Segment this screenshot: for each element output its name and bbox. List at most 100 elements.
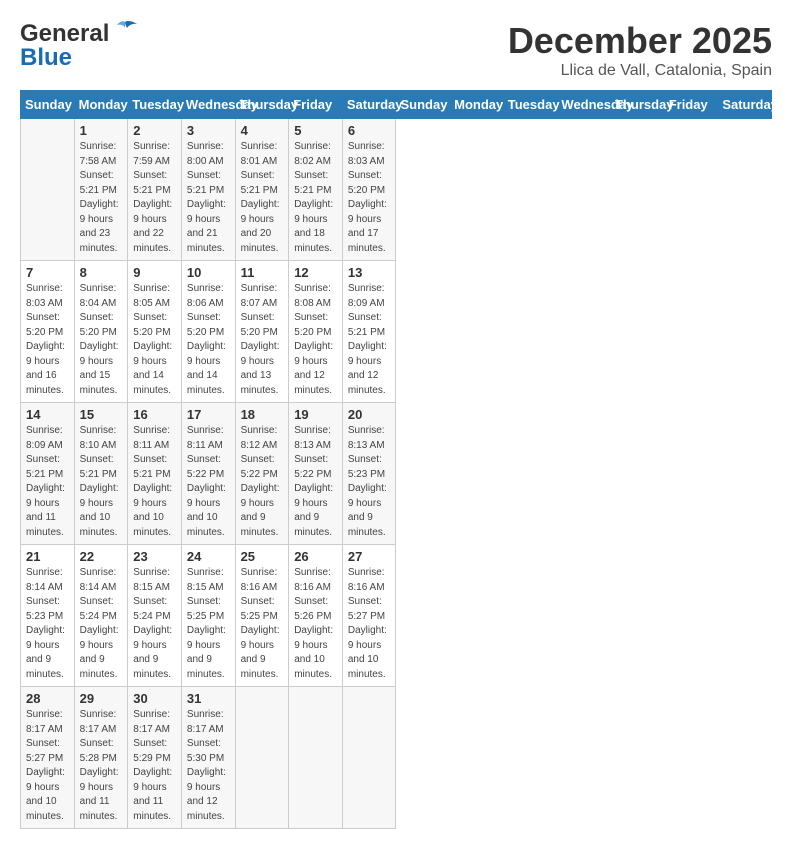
day-info: Sunrise: 8:01 AM Sunset: 5:21 PM Dayligh…	[241, 140, 284, 256]
calendar-cell: 2Sunrise: 7:59 AM Sunset: 5:21 PM Daylig…	[128, 119, 182, 261]
col-header-sunday: Sunday	[21, 91, 75, 119]
day-info: Sunrise: 8:03 AM Sunset: 5:20 PM Dayligh…	[348, 140, 391, 256]
col-header-wednesday: Wednesday	[181, 91, 235, 119]
week-row-3: 14 Sunrise: 8:09 AM Sunset: 5:21 PM Dayli…	[21, 403, 772, 545]
day-info: Sunrise: 8:15 AM Sunset: 5:25 PM Dayligh…	[187, 566, 230, 682]
calendar-cell: 9 Sunrise: 8:05 AM Sunset: 5:20 PM Daylig…	[128, 261, 182, 403]
col-header-sunday: Sunday	[396, 91, 450, 119]
day-number: 6	[348, 123, 391, 138]
calendar-cell: 17 Sunrise: 8:11 AM Sunset: 5:22 PM Dayli…	[181, 403, 235, 545]
day-number: 5	[294, 123, 337, 138]
col-header-thursday: Thursday	[235, 91, 289, 119]
day-info: Sunrise: 8:17 AM Sunset: 5:29 PM Dayligh…	[133, 708, 176, 824]
day-number: 7	[26, 265, 69, 280]
day-info: Sunrise: 8:05 AM Sunset: 5:20 PM Dayligh…	[133, 282, 176, 398]
calendar-cell: 28 Sunrise: 8:17 AM Sunset: 5:27 PM Dayli…	[21, 687, 75, 829]
day-number: 9	[133, 265, 176, 280]
day-info: Sunrise: 8:02 AM Sunset: 5:21 PM Dayligh…	[294, 140, 337, 256]
logo-blue: Blue	[20, 44, 72, 72]
calendar-cell: 11 Sunrise: 8:07 AM Sunset: 5:20 PM Dayli…	[235, 261, 289, 403]
week-row-2: 7 Sunrise: 8:03 AM Sunset: 5:20 PM Daylig…	[21, 261, 772, 403]
calendar-cell: 23Sunrise: 8:15 AM Sunset: 5:24 PM Dayli…	[128, 545, 182, 687]
day-number: 19	[294, 407, 337, 422]
day-info: Sunrise: 8:11 AM Sunset: 5:21 PM Dayligh…	[133, 424, 176, 540]
day-number: 10	[187, 265, 230, 280]
title-block: December 2025 Llica de Vall, Catalonia, …	[508, 20, 772, 80]
calendar-cell: 29 Sunrise: 8:17 AM Sunset: 5:28 PM Dayli…	[74, 687, 128, 829]
day-number: 30	[133, 691, 176, 706]
calendar-cell: 3 Sunrise: 8:00 AM Sunset: 5:21 PM Daylig…	[181, 119, 235, 261]
day-number: 17	[187, 407, 230, 422]
calendar-table: SundayMondayTuesdayWednesdayThursdayFrid…	[20, 90, 772, 829]
day-number: 3	[187, 123, 230, 138]
day-info: Sunrise: 8:08 AM Sunset: 5:20 PM Dayligh…	[294, 282, 337, 398]
day-number: 11	[241, 265, 284, 280]
col-header-saturday: Saturday	[718, 91, 772, 119]
calendar-cell: 18Sunrise: 8:12 AM Sunset: 5:22 PM Dayli…	[235, 403, 289, 545]
day-number: 20	[348, 407, 391, 422]
day-number: 31	[187, 691, 230, 706]
day-number: 15	[80, 407, 123, 422]
col-header-friday: Friday	[289, 91, 343, 119]
col-header-friday: Friday	[664, 91, 718, 119]
day-info: Sunrise: 8:13 AM Sunset: 5:23 PM Dayligh…	[348, 424, 391, 540]
calendar-cell: 25Sunrise: 8:16 AM Sunset: 5:25 PM Dayli…	[235, 545, 289, 687]
col-header-thursday: Thursday	[611, 91, 665, 119]
day-info: Sunrise: 8:15 AM Sunset: 5:24 PM Dayligh…	[133, 566, 176, 682]
day-number: 14	[26, 407, 69, 422]
week-row-5: 28 Sunrise: 8:17 AM Sunset: 5:27 PM Dayli…	[21, 687, 772, 829]
calendar-cell: 13Sunrise: 8:09 AM Sunset: 5:21 PM Dayli…	[342, 261, 396, 403]
calendar-cell: 12 Sunrise: 8:08 AM Sunset: 5:20 PM Dayli…	[289, 261, 343, 403]
day-info: Sunrise: 8:13 AM Sunset: 5:22 PM Dayligh…	[294, 424, 337, 540]
calendar-cell: 20 Sunrise: 8:13 AM Sunset: 5:23 PM Dayli…	[342, 403, 396, 545]
calendar-cell	[235, 687, 289, 829]
col-header-tuesday: Tuesday	[128, 91, 182, 119]
day-info: Sunrise: 8:00 AM Sunset: 5:21 PM Dayligh…	[187, 140, 230, 256]
day-number: 16	[133, 407, 176, 422]
logo: General Blue	[20, 20, 139, 72]
calendar-cell: 5 Sunrise: 8:02 AM Sunset: 5:21 PM Daylig…	[289, 119, 343, 261]
day-info: Sunrise: 8:10 AM Sunset: 5:21 PM Dayligh…	[80, 424, 123, 540]
calendar-cell: 22Sunrise: 8:14 AM Sunset: 5:24 PM Dayli…	[74, 545, 128, 687]
day-info: Sunrise: 8:17 AM Sunset: 5:27 PM Dayligh…	[26, 708, 69, 824]
day-info: Sunrise: 8:14 AM Sunset: 5:23 PM Dayligh…	[26, 566, 69, 682]
week-row-4: 21 Sunrise: 8:14 AM Sunset: 5:23 PM Dayli…	[21, 545, 772, 687]
calendar-cell: 31 Sunrise: 8:17 AM Sunset: 5:30 PM Dayli…	[181, 687, 235, 829]
day-number: 28	[26, 691, 69, 706]
col-header-monday: Monday	[74, 91, 128, 119]
day-info: Sunrise: 8:09 AM Sunset: 5:21 PM Dayligh…	[26, 424, 69, 540]
day-number: 12	[294, 265, 337, 280]
day-number: 29	[80, 691, 123, 706]
day-info: Sunrise: 8:03 AM Sunset: 5:20 PM Dayligh…	[26, 282, 69, 398]
calendar-cell: 4Sunrise: 8:01 AM Sunset: 5:21 PM Daylig…	[235, 119, 289, 261]
calendar-cell	[342, 687, 396, 829]
day-number: 1	[80, 123, 123, 138]
page-header: General Blue December 2025 Llica de Vall…	[20, 20, 772, 80]
calendar-cell	[289, 687, 343, 829]
calendar-cell	[21, 119, 75, 261]
col-header-monday: Monday	[450, 91, 504, 119]
calendar-cell: 14 Sunrise: 8:09 AM Sunset: 5:21 PM Dayli…	[21, 403, 75, 545]
logo-bird-icon	[111, 20, 139, 42]
calendar-cell: 1 Sunrise: 7:58 AM Sunset: 5:21 PM Daylig…	[74, 119, 128, 261]
day-info: Sunrise: 8:11 AM Sunset: 5:22 PM Dayligh…	[187, 424, 230, 540]
day-number: 21	[26, 549, 69, 564]
calendar-cell: 10Sunrise: 8:06 AM Sunset: 5:20 PM Dayli…	[181, 261, 235, 403]
calendar-cell: 21 Sunrise: 8:14 AM Sunset: 5:23 PM Dayli…	[21, 545, 75, 687]
day-info: Sunrise: 8:16 AM Sunset: 5:27 PM Dayligh…	[348, 566, 391, 682]
week-row-1: 1 Sunrise: 7:58 AM Sunset: 5:21 PM Daylig…	[21, 119, 772, 261]
day-info: Sunrise: 8:14 AM Sunset: 5:24 PM Dayligh…	[80, 566, 123, 682]
day-info: Sunrise: 8:07 AM Sunset: 5:20 PM Dayligh…	[241, 282, 284, 398]
month-title: December 2025	[508, 20, 772, 62]
day-number: 24	[187, 549, 230, 564]
day-info: Sunrise: 8:16 AM Sunset: 5:26 PM Dayligh…	[294, 566, 337, 682]
day-info: Sunrise: 8:17 AM Sunset: 5:28 PM Dayligh…	[80, 708, 123, 824]
day-number: 25	[241, 549, 284, 564]
calendar-cell: 16 Sunrise: 8:11 AM Sunset: 5:21 PM Dayli…	[128, 403, 182, 545]
day-info: Sunrise: 7:58 AM Sunset: 5:21 PM Dayligh…	[80, 140, 123, 256]
day-info: Sunrise: 8:17 AM Sunset: 5:30 PM Dayligh…	[187, 708, 230, 824]
day-info: Sunrise: 8:04 AM Sunset: 5:20 PM Dayligh…	[80, 282, 123, 398]
calendar-cell: 15 Sunrise: 8:10 AM Sunset: 5:21 PM Dayli…	[74, 403, 128, 545]
calendar-cell: 27Sunrise: 8:16 AM Sunset: 5:27 PM Dayli…	[342, 545, 396, 687]
calendar-cell: 24 Sunrise: 8:15 AM Sunset: 5:25 PM Dayli…	[181, 545, 235, 687]
